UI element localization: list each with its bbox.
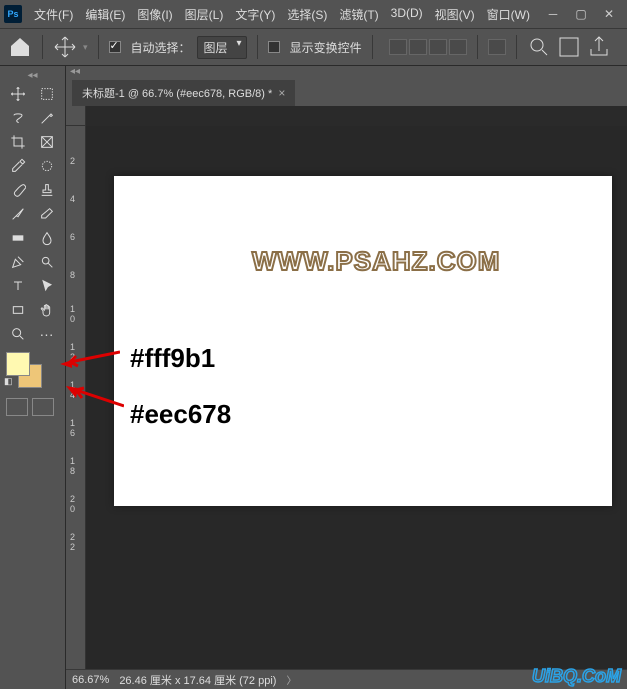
menu-bar: 文件(F) 编辑(E) 图像(I) 图层(L) 文字(Y) 选择(S) 滤镜(T… [28,2,536,27]
toolbar-collapse[interactable]: ◂◂ [0,70,65,82]
watermark-text: WWW.PSAHZ.COM [252,246,500,277]
edit-toolbar[interactable]: ··· [33,322,61,346]
separator [477,35,478,59]
separator [98,35,99,59]
panel-collapse[interactable]: ◂◂ [66,66,627,78]
hex-label-2: #eec678 [130,399,231,430]
arrow-annotation [58,348,120,368]
tab-bar: 未标题-1 @ 66.7% (#eec678, RGB/8) * × [66,78,627,106]
separator [372,35,373,59]
foreground-color-swatch[interactable] [6,352,30,376]
align-icon[interactable] [389,39,407,55]
rectangle-tool[interactable] [4,298,32,322]
status-expand-icon[interactable]: 〉 [286,672,296,687]
lasso-tool[interactable] [4,106,32,130]
blur-tool[interactable] [33,226,61,250]
show-transform-checkbox[interactable] [268,41,280,53]
eyedropper-tool[interactable] [4,154,32,178]
document-tab[interactable]: 未标题-1 @ 66.7% (#eec678, RGB/8) * × [72,80,295,106]
separator [516,35,517,59]
dodge-tool[interactable] [33,250,61,274]
chevron-down-icon[interactable]: ▾ [83,42,88,53]
options-bar: ▾ 自动选择： 图层 显示变换控件 [0,28,627,66]
default-colors-icon[interactable]: ◧ [4,376,13,387]
more-icon[interactable] [488,39,506,55]
type-tool[interactable] [4,274,32,298]
color-swatches: ◧ [6,352,59,394]
minimize-button[interactable]: ─ [539,4,567,24]
home-icon[interactable] [8,35,32,59]
close-button[interactable]: ✕ [595,4,623,24]
toolbar: ◂◂ ··· ◧ [0,66,66,689]
menu-type[interactable]: 文字(Y) [229,2,281,27]
app-logo: Ps [4,5,22,23]
pen-tool[interactable] [4,250,32,274]
path-select-tool[interactable] [33,274,61,298]
screenmode-icon[interactable] [32,398,54,416]
maximize-button[interactable]: ▢ [567,4,595,24]
auto-select-checkbox[interactable] [109,41,121,53]
hand-tool[interactable] [33,298,61,322]
document-area: ◂◂ 未标题-1 @ 66.7% (#eec678, RGB/8) * × 0 … [66,66,627,689]
zoom-tool[interactable] [4,322,32,346]
marquee-tool[interactable] [33,82,61,106]
menu-layer[interactable]: 图层(L) [179,2,230,27]
footer-watermark: UiBQ.CoM [532,666,621,687]
menu-view[interactable]: 视图(V) [429,2,481,27]
menu-file[interactable]: 文件(F) [28,2,79,27]
crop-tool[interactable] [4,130,32,154]
workspace-icon[interactable] [557,35,581,59]
separator [42,35,43,59]
patch-tool[interactable] [33,154,61,178]
menu-filter[interactable]: 滤镜(T) [333,2,384,27]
document-dimensions: 26.46 厘米 x 17.64 厘米 (72 ppi) [119,672,276,688]
align-icon[interactable] [429,39,447,55]
layer-dropdown[interactable]: 图层 [197,36,247,59]
canvas-viewport[interactable] [86,126,627,669]
frame-tool[interactable] [33,130,61,154]
menu-3d[interactable]: 3D(D) [385,2,429,27]
menu-edit[interactable]: 编辑(E) [79,2,131,27]
brush-tool[interactable] [4,178,32,202]
share-icon[interactable] [587,35,611,59]
tab-title: 未标题-1 @ 66.7% (#eec678, RGB/8) * [82,85,272,101]
main-area: ◂◂ ··· ◧ [0,66,627,689]
canvas[interactable] [114,176,612,506]
menu-window[interactable]: 窗口(W) [481,2,536,27]
wand-tool[interactable] [33,106,61,130]
arrow-annotation [64,384,124,410]
quickmask-icon[interactable] [6,398,28,416]
stamp-tool[interactable] [33,178,61,202]
ruler-corner [66,106,86,126]
eraser-tool[interactable] [33,202,61,226]
tab-close-icon[interactable]: × [278,86,285,100]
move-tool[interactable] [4,82,32,106]
menu-select[interactable]: 选择(S) [281,2,333,27]
auto-select-label: 自动选择： [131,39,191,56]
window-controls: ─ ▢ ✕ [539,4,623,24]
titlebar: Ps 文件(F) 编辑(E) 图像(I) 图层(L) 文字(Y) 选择(S) 滤… [0,0,627,28]
history-brush-tool[interactable] [4,202,32,226]
align-icon[interactable] [409,39,427,55]
show-transform-label: 显示变换控件 [290,39,362,56]
gradient-tool[interactable] [4,226,32,250]
separator [257,35,258,59]
search-icon[interactable] [527,35,551,59]
align-icon[interactable] [449,39,467,55]
align-icons [389,39,467,55]
hex-label-1: #fff9b1 [130,343,215,374]
move-tool-icon[interactable] [53,35,77,59]
zoom-level[interactable]: 66.67% [72,674,109,686]
menu-image[interactable]: 图像(I) [131,2,178,27]
